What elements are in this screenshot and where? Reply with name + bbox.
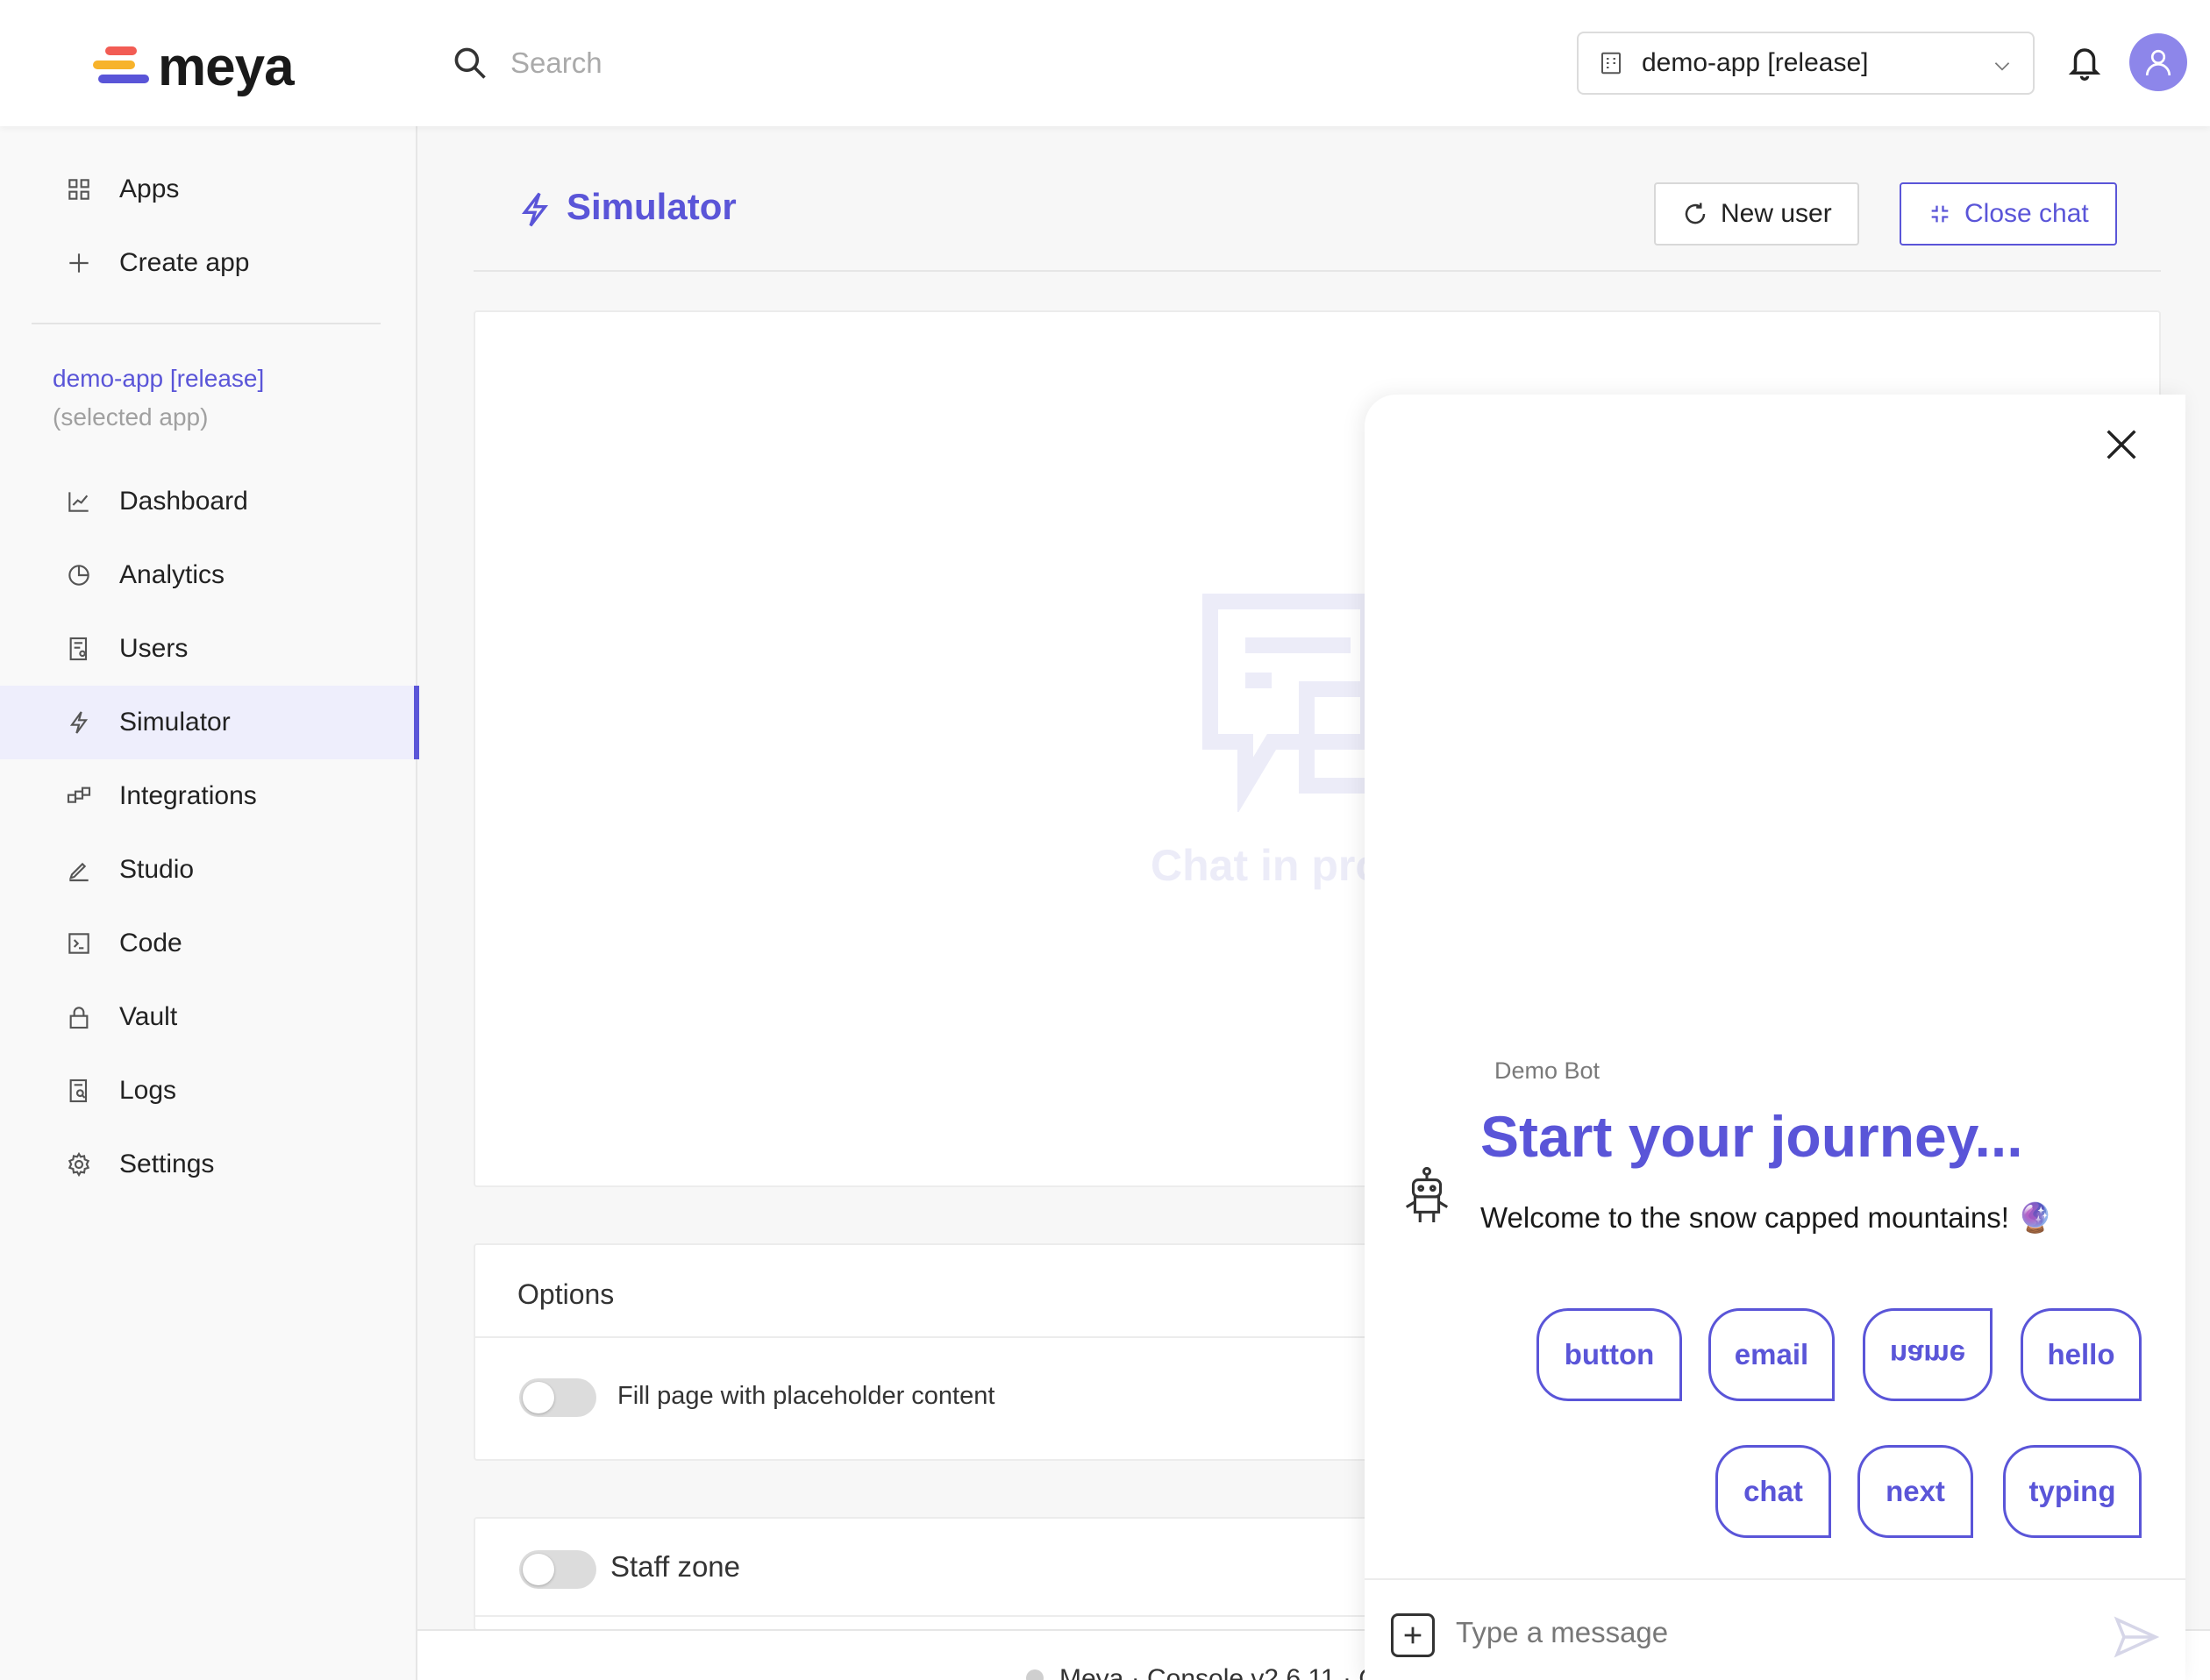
sidebar-item-vault[interactable]: Vault <box>0 980 417 1054</box>
meya-logo-mark <box>93 43 149 90</box>
grid-icon <box>68 179 89 200</box>
sidebar-item-label: Users <box>119 634 189 663</box>
close-chat-button[interactable]: Close chat <box>1900 182 2117 246</box>
chat-input-bar <box>1365 1578 2185 1680</box>
top-header: meya demo-app [release] <box>0 0 2210 126</box>
building-icon <box>1601 52 1621 75</box>
avatar[interactable] <box>2129 33 2187 91</box>
pen-icon <box>68 862 89 882</box>
fill-page-label: Fill page with placeholder content <box>617 1382 995 1410</box>
users-icon <box>69 637 88 661</box>
search-bar[interactable] <box>430 26 1543 100</box>
sidebar-item-apps[interactable]: Apps <box>0 153 417 226</box>
page-title: Simulator <box>567 186 737 227</box>
logo-text: meya <box>158 36 295 97</box>
search-icon <box>454 47 486 79</box>
quick-reply-email[interactable]: email <box>1708 1308 1835 1401</box>
lock-icon <box>69 1007 89 1029</box>
sidebar-item-label: Dashboard <box>119 487 248 516</box>
sidebar-item-analytics[interactable]: Analytics <box>0 538 417 612</box>
pie-chart-icon <box>68 565 89 586</box>
line-chart-icon <box>68 492 89 512</box>
new-user-button[interactable]: New user <box>1654 182 1859 246</box>
logs-icon <box>69 1078 88 1103</box>
quick-reply-button[interactable]: button <box>1536 1308 1682 1401</box>
sidebar-item-label: Studio <box>119 855 195 884</box>
quick-reply-name[interactable]: name <box>1863 1308 1993 1401</box>
close-icon[interactable] <box>2101 424 2142 465</box>
sidebar-item-code[interactable]: Code <box>0 907 417 980</box>
sidebar-item-studio[interactable]: Studio <box>0 833 417 907</box>
app-selector-value: demo-app [release] <box>1642 48 1869 77</box>
sidebar-item-label: Logs <box>119 1076 177 1105</box>
user-icon <box>2145 49 2171 76</box>
fill-page-toggle[interactable] <box>519 1378 596 1417</box>
collapse-icon <box>1931 205 1949 223</box>
selected-app-name[interactable]: demo-app [release] <box>53 365 264 393</box>
lightning-icon <box>521 192 549 227</box>
chat-widget: Demo Bot Start your journey... Welcome t… <box>1365 395 2185 1680</box>
placeholder-text: Chat in pro <box>1151 841 1382 890</box>
bot-name: Demo Bot <box>1494 1057 1600 1084</box>
meya-logo[interactable]: meya <box>93 36 295 97</box>
robot-icon <box>1405 1166 1449 1222</box>
sidebar-divider <box>32 323 381 324</box>
sidebar-item-label: Simulator <box>119 708 231 737</box>
options-title: Options <box>517 1278 615 1310</box>
sidebar-item-logs[interactable]: Logs <box>0 1054 417 1128</box>
sidebar-item-dashboard[interactable]: Dashboard <box>0 465 417 538</box>
footer-text: Meya · Console v2.6.11 · Crio <box>1059 1664 1408 1680</box>
send-icon[interactable] <box>2114 1615 2159 1659</box>
terminal-icon <box>68 933 89 954</box>
sidebar-item-create-app[interactable]: Create app <box>0 226 417 300</box>
close-chat-label: Close chat <box>1964 199 2089 228</box>
sidebar-item-simulator[interactable]: Simulator <box>0 686 419 759</box>
sidebar-item-label: Apps <box>119 174 180 203</box>
bell-icon[interactable] <box>2066 42 2103 82</box>
app-selector[interactable]: demo-app [release] <box>1577 32 2035 95</box>
sidebar: Apps Create app demo-app [release] (sele… <box>0 126 419 1680</box>
selected-app-caption: (selected app) <box>53 403 209 431</box>
quick-reply-hello[interactable]: hello <box>2021 1308 2142 1401</box>
sidebar-item-settings[interactable]: Settings <box>0 1128 417 1201</box>
new-user-label: New user <box>1721 199 1832 228</box>
plus-icon <box>69 253 89 273</box>
sidebar-item-label: Analytics <box>119 560 225 589</box>
gear-icon <box>68 1151 90 1178</box>
integrations-icon <box>67 787 91 803</box>
chevron-down-icon <box>1994 62 2010 71</box>
sidebar-item-label: Code <box>119 929 182 957</box>
staff-zone-toggle[interactable] <box>519 1550 596 1589</box>
sidebar-item-label: Settings <box>119 1150 215 1178</box>
chat-heading: Start your journey... <box>1480 1104 2023 1169</box>
search-input[interactable] <box>510 46 1475 80</box>
sidebar-item-integrations[interactable]: Integrations <box>0 759 417 833</box>
message-input[interactable] <box>1456 1608 2070 1657</box>
sidebar-item-label: Integrations <box>119 781 257 810</box>
staff-zone-label: Staff zone <box>610 1550 741 1583</box>
quick-reply-chat[interactable]: chat <box>1715 1445 1831 1538</box>
refresh-icon <box>1685 203 1706 224</box>
bot-message: Welcome to the snow capped mountains! 🔮 <box>1480 1201 2054 1234</box>
sidebar-item-users[interactable]: Users <box>0 612 417 686</box>
status-dot <box>1026 1669 1044 1680</box>
sidebar-item-label: Create app <box>119 248 250 277</box>
lightning-icon <box>69 711 89 734</box>
quick-reply-next[interactable]: next <box>1857 1445 1973 1538</box>
quick-reply-typing[interactable]: typing <box>2003 1445 2142 1538</box>
sidebar-item-label: Vault <box>119 1002 178 1031</box>
attach-button[interactable] <box>1391 1613 1435 1657</box>
plus-icon <box>1404 1627 1422 1644</box>
